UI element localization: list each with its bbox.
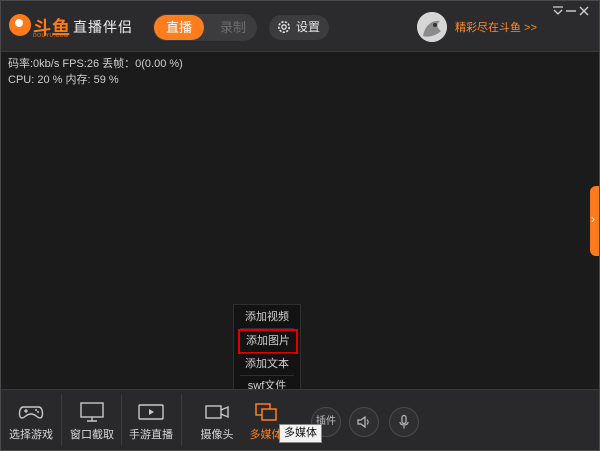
menu-item-add-video[interactable]: 添加视频 — [234, 306, 300, 328]
tool-window-capture[interactable]: 窗口截取 — [62, 390, 122, 450]
dropdown-icon[interactable] — [551, 4, 565, 18]
microphone-icon — [399, 414, 409, 429]
tooltip: 多媒体 — [279, 424, 322, 443]
toolbar-divider — [181, 394, 182, 446]
avatar-image — [417, 12, 447, 42]
speaker-icon — [357, 415, 369, 429]
tool-select-game[interactable]: 选择游戏 — [1, 390, 61, 450]
douyu-logo: 斗鱼 DOUYU.COM — [9, 11, 79, 41]
side-panel-toggle[interactable]: › — [590, 186, 599, 256]
stream-stats: 码率:0kb/s FPS:26 丢帧：0(0.00 %) CPU: 20 % 内… — [8, 56, 183, 88]
camera-icon — [205, 405, 229, 419]
stats-bitrate-line: 码率:0kb/s FPS:26 丢帧：0(0.00 %) — [8, 58, 183, 70]
tab-live[interactable]: 直播 — [154, 15, 204, 40]
menu-item-add-image[interactable]: 添加图片 — [238, 329, 298, 354]
logo-mark-icon — [9, 14, 31, 36]
multimedia-menu: 添加视频 添加图片 添加文本 swf文件 — [233, 304, 301, 399]
tool-label: 手游直播 — [129, 429, 173, 441]
app-title: 直播伴侣 — [73, 19, 133, 35]
minimize-icon[interactable] — [564, 4, 578, 18]
mobile-play-icon — [138, 404, 164, 420]
gamepad-icon — [18, 406, 44, 419]
avatar[interactable] — [417, 12, 447, 42]
mode-switch: 直播 录制 — [153, 14, 257, 41]
promo-link[interactable]: 精彩尽在斗鱼 >> — [455, 19, 537, 35]
app-window: 斗鱼 DOUYU.COM 直播伴侣 直播 录制 设置 精彩尽在斗鱼 >> 码率:… — [0, 0, 600, 451]
stats-cpu-line: CPU: 20 % 内存: 59 % — [8, 74, 119, 86]
multimedia-icon — [255, 403, 277, 421]
settings-label: 设置 — [296, 20, 321, 34]
tool-mobile-live[interactable]: 手游直播 — [121, 390, 181, 450]
title-bar: 斗鱼 DOUYU.COM 直播伴侣 直播 录制 设置 精彩尽在斗鱼 >> — [1, 1, 599, 52]
close-icon[interactable] — [577, 4, 591, 18]
tab-record[interactable]: 录制 — [211, 15, 255, 40]
menu-item-add-text[interactable]: 添加文本 — [234, 353, 300, 375]
window-controls — [551, 4, 591, 20]
volume-button[interactable] — [349, 407, 379, 437]
microphone-button[interactable] — [389, 407, 419, 437]
chevron-right-icon: › — [591, 212, 595, 226]
gear-icon — [278, 21, 290, 33]
settings-button[interactable]: 设置 — [269, 15, 329, 40]
monitor-icon — [80, 402, 104, 422]
tool-label: 窗口截取 — [70, 429, 114, 441]
logo-subtext: DOUYU.COM — [33, 33, 69, 39]
tool-label: 选择游戏 — [9, 429, 53, 441]
